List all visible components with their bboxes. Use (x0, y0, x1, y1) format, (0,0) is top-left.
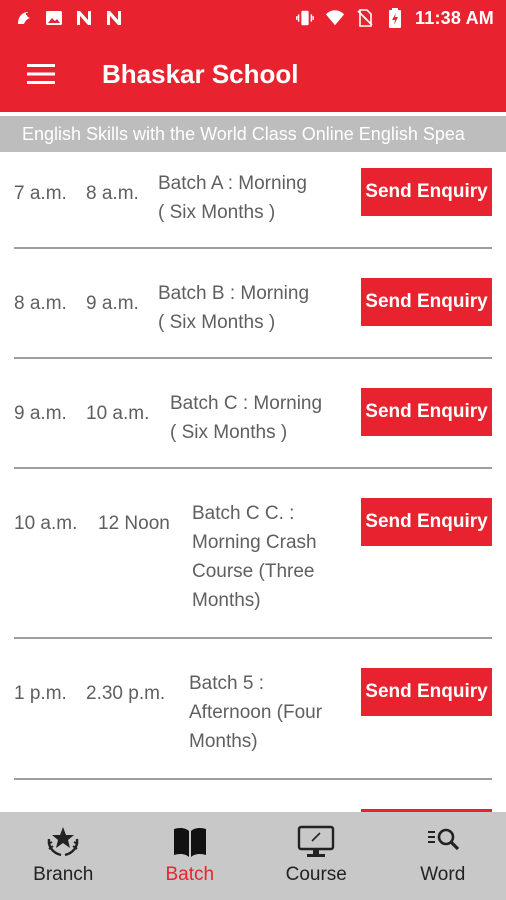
batch-desc-line: Batch A : Morning (158, 173, 307, 194)
bottom-nav: Branch Batch Course Word (0, 812, 506, 900)
batch-description: Batch C C. : Morning Crash Course (Three… (192, 499, 352, 615)
image-icon (44, 8, 64, 28)
batch-start-time: 7 a.m. (14, 183, 67, 204)
send-enquiry-button[interactable]: Send Enquiry (361, 668, 492, 716)
batch-desc-line: Morning Crash (192, 532, 317, 553)
batch-start-time: 1 p.m. (14, 683, 67, 704)
batch-row-partial (14, 780, 492, 812)
batch-desc-line: Course (Three (192, 561, 315, 582)
batch-end-time: 8 a.m. (86, 183, 139, 204)
batch-end-time: 9 a.m. (86, 293, 139, 314)
no-sim-icon (355, 8, 375, 28)
nav-item-branch[interactable]: Branch (0, 812, 127, 900)
batch-row: 10 a.m. 12 Noon Batch C C. : Morning Cra… (14, 469, 492, 639)
batch-description: Batch B : Morning ( Six Months ) (158, 279, 333, 337)
send-enquiry-button[interactable]: Send Enquiry (361, 498, 492, 546)
batch-desc-line: ( Six Months ) (158, 312, 276, 333)
status-time: 11:38 AM (415, 7, 494, 28)
monitor-icon (296, 824, 336, 860)
vibrate-icon (295, 8, 315, 28)
send-enquiry-button[interactable]: Send Enquiry (361, 278, 492, 326)
batch-start-time: 10 a.m. (14, 513, 78, 534)
book-icon (170, 824, 210, 860)
batch-desc-line: Months) (189, 731, 258, 752)
batch-desc-line: Batch B : Morning (158, 283, 310, 304)
batch-row: 9 a.m. 10 a.m. Batch C : Morning ( Six M… (14, 359, 492, 469)
marquee-banner: English Skills with the World Class Onli… (0, 116, 506, 152)
branch-star-icon (43, 824, 83, 860)
nav-label-branch: Branch (33, 864, 94, 885)
batch-description: Batch 5 : Afternoon (Four Months) (189, 669, 354, 756)
batch-end-time: 12 Noon (98, 513, 170, 534)
batch-desc-line: ( Six Months ) (158, 202, 276, 223)
notification-app-icon (14, 8, 34, 28)
batch-list[interactable]: 7 a.m. 8 a.m. Batch A : Morning ( Six Mo… (0, 152, 506, 812)
n-icon (104, 8, 124, 28)
batch-desc-line: Batch 5 : (189, 673, 264, 694)
status-right-icons: 11:38 AM (295, 8, 494, 29)
nav-label-word: Word (420, 864, 466, 885)
word-search-icon (423, 824, 463, 860)
batch-start-time: 9 a.m. (14, 403, 67, 424)
batch-desc-line: Afternoon (Four (189, 702, 323, 723)
batch-row: 7 a.m. 8 a.m. Batch A : Morning ( Six Mo… (14, 152, 492, 249)
batch-desc-line: Batch C : Morning (170, 393, 323, 414)
menu-icon (27, 64, 55, 84)
app-title: Bhaskar School (102, 58, 299, 89)
nav-item-course[interactable]: Course (253, 812, 380, 900)
batch-description: Batch A : Morning ( Six Months ) (158, 169, 333, 227)
batch-end-time: 2.30 p.m. (86, 683, 166, 704)
marquee-text: English Skills with the World Class Onli… (22, 124, 465, 144)
status-left-icons (14, 8, 124, 28)
nav-item-word[interactable]: Word (380, 812, 506, 900)
n-icon (74, 8, 94, 28)
batch-start-time: 8 a.m. (14, 293, 67, 314)
nav-label-batch: Batch (165, 864, 215, 885)
nav-label-course: Course (285, 864, 347, 885)
batch-desc-line: Months) (192, 590, 261, 611)
batch-description: Batch C : Morning ( Six Months ) (170, 389, 345, 447)
wifi-icon (325, 8, 345, 28)
menu-button[interactable] (24, 59, 58, 89)
app-bar: Bhaskar School (0, 36, 506, 112)
status-bar: 11:38 AM (0, 0, 506, 36)
batch-row: 8 a.m. 9 a.m. Batch B : Morning ( Six Mo… (14, 249, 492, 359)
batch-desc-line: ( Six Months ) (170, 422, 288, 443)
batch-desc-line: Batch C C. : (192, 503, 295, 524)
batch-row: 1 p.m. 2.30 p.m. Batch 5 : Afternoon (Fo… (14, 639, 492, 780)
battery-icon (385, 8, 405, 28)
batch-end-time: 10 a.m. (86, 403, 150, 424)
send-enquiry-button[interactable]: Send Enquiry (361, 388, 492, 436)
send-enquiry-button[interactable]: Send Enquiry (361, 168, 492, 216)
nav-item-batch[interactable]: Batch (127, 812, 254, 900)
